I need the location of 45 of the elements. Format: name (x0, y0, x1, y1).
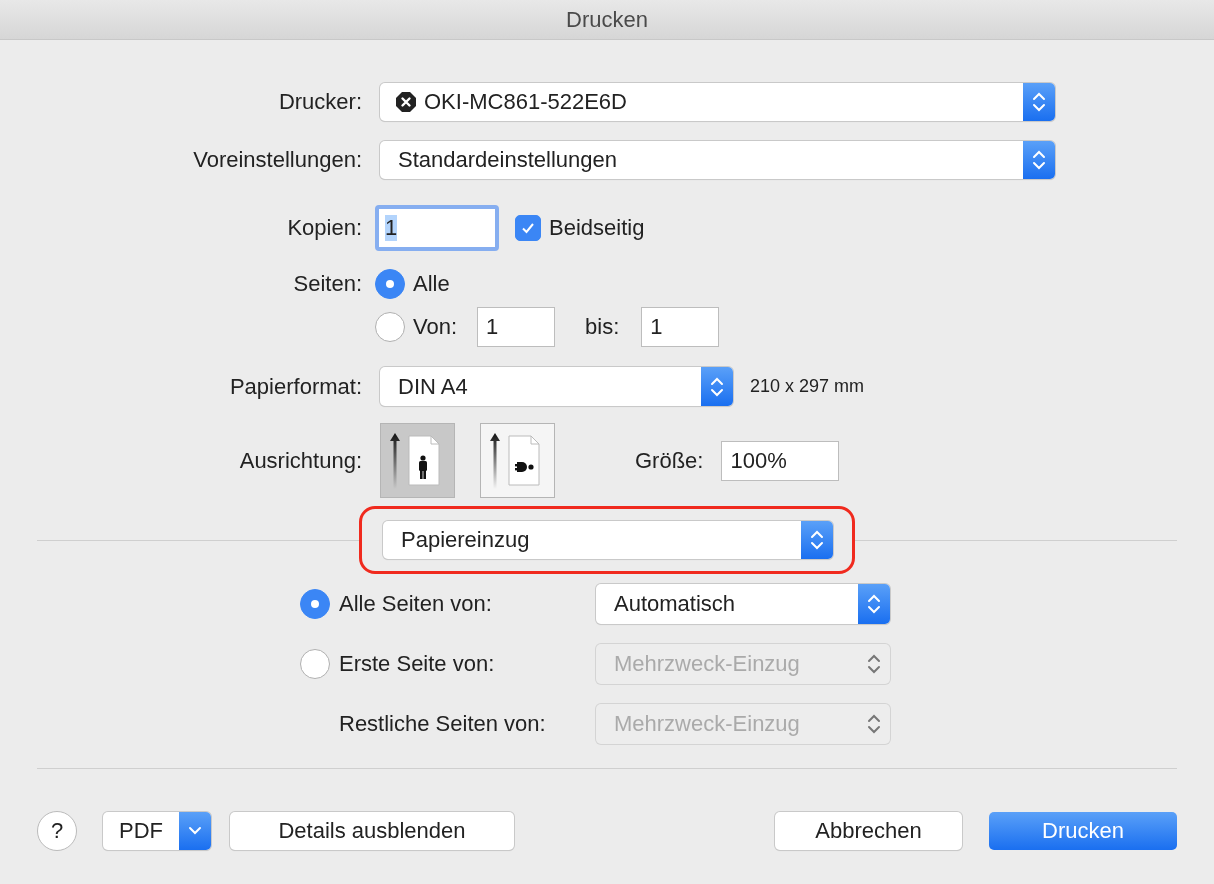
printer-select[interactable]: OKI-MC861-522E6D (380, 83, 1055, 121)
to-field[interactable]: 1 (641, 307, 720, 347)
copies-label: Kopien: (287, 215, 362, 241)
two-sided-label: Beidseitig (549, 215, 645, 241)
print-button[interactable]: Drucken (989, 812, 1177, 850)
all-pages-label: Alle (413, 271, 450, 297)
scale-label: Größe: (635, 447, 704, 474)
up-down-chevron-icon (810, 529, 824, 551)
help-button[interactable]: ? (37, 811, 77, 851)
radio-button[interactable] (375, 269, 405, 299)
pdf-button[interactable]: PDF (103, 812, 211, 850)
pages-label: Seiten: (293, 270, 362, 298)
presets-select[interactable]: Standardeinstellungen (380, 141, 1055, 179)
tray-select[interactable]: Automatisch (596, 584, 890, 624)
paper-dimensions: 210 x 297 mm (750, 376, 865, 397)
caret-icon (188, 826, 202, 836)
window-title: Drucken (566, 6, 648, 33)
from-field[interactable]: 1 (477, 307, 556, 347)
section-select[interactable]: Papiereinzug (383, 521, 833, 559)
feed-label: Erste Seite von: (338, 651, 496, 677)
copies-field[interactable]: 1 (375, 205, 499, 251)
landscape-button[interactable] (480, 423, 555, 498)
presets-label: Voreinstellungen: (193, 147, 362, 173)
radio-button[interactable] (375, 312, 405, 342)
paper-size-select[interactable]: DIN A4 (380, 367, 733, 406)
up-down-chevron-icon (867, 713, 881, 735)
feed-label: Alle Seiten von: (338, 591, 493, 617)
error-icon (396, 92, 416, 112)
up-down-chevron-icon (1032, 91, 1046, 113)
cancel-button[interactable]: Abbrechen (775, 812, 962, 850)
portrait-button[interactable] (380, 423, 455, 498)
paper-size-label: Papierformat: (229, 373, 362, 400)
up-down-chevron-icon (1032, 149, 1046, 171)
from-label: Von: (413, 314, 458, 340)
up-down-chevron-icon (867, 593, 881, 615)
checkbox[interactable] (515, 215, 541, 241)
to-label: bis: (585, 314, 620, 340)
up-down-chevron-icon (710, 375, 724, 398)
orientation-label: Ausrichtung: (239, 447, 362, 474)
feed-label: Restliche Seiten von: (338, 711, 547, 737)
printer-label: Drucker: (278, 89, 362, 115)
details-button[interactable]: Details ausblenden (230, 812, 514, 850)
up-down-chevron-icon (867, 653, 881, 675)
scale-field[interactable]: 100% (721, 440, 840, 481)
radio-button[interactable] (300, 589, 330, 619)
